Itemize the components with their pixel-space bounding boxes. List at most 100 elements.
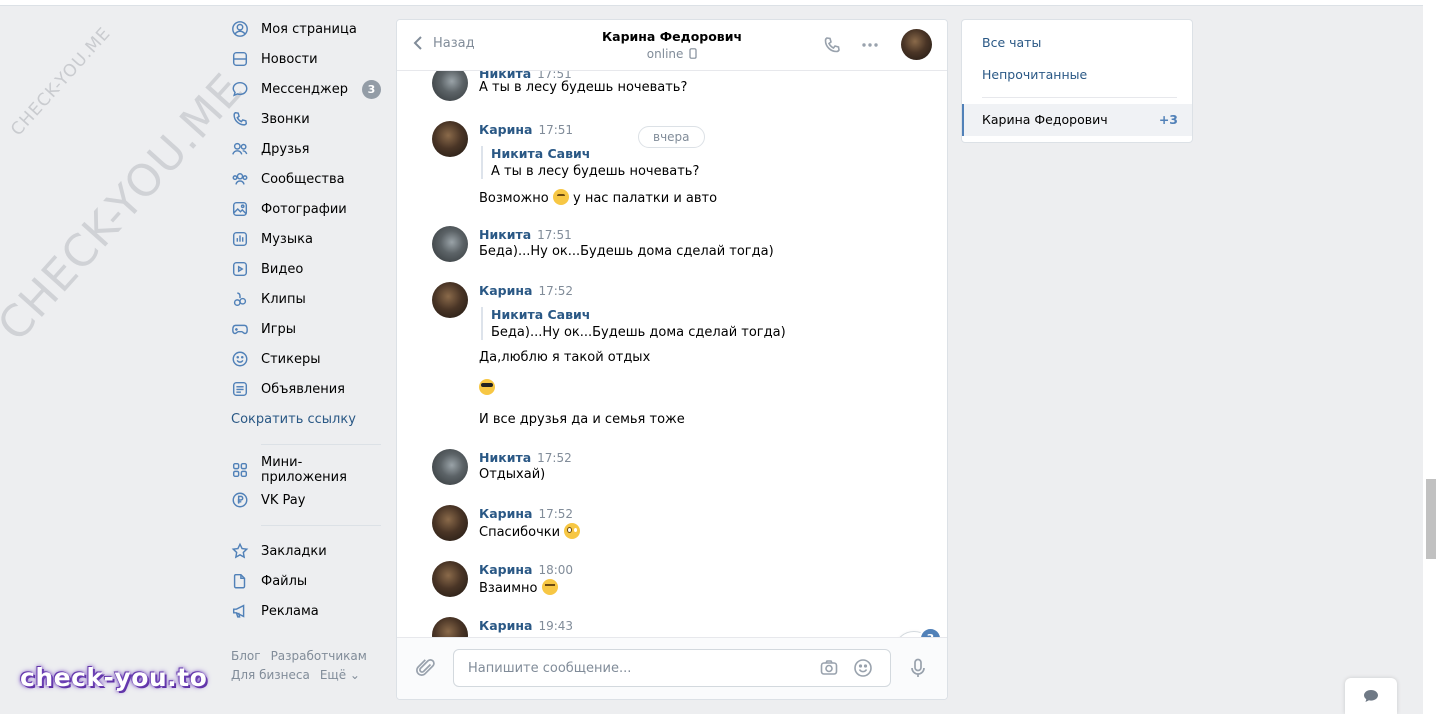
quoted-message[interactable]: Никита Савич А ты в лесу будешь ночевать… (481, 146, 699, 179)
avatar[interactable] (432, 449, 468, 485)
chat-bubble-icon (231, 80, 249, 98)
quote-author[interactable]: Никита Савич (491, 146, 699, 161)
avatar[interactable] (432, 282, 468, 318)
avatar[interactable] (432, 617, 468, 637)
message-meta: Карина 17:52 (479, 506, 573, 521)
nav-vk-pay[interactable]: VK Pay (231, 485, 381, 515)
nav-friends[interactable]: Друзья (231, 134, 381, 164)
nav-label: Закладки (261, 543, 327, 559)
message-text: Взаимно (479, 579, 558, 596)
message-author[interactable]: Карина (479, 283, 532, 298)
nav-ads[interactable]: Реклама (231, 596, 381, 626)
nav-my-page[interactable]: Моя страница (231, 14, 381, 44)
nav-clips[interactable]: Клипы (231, 284, 381, 314)
watermark-large: CHECK-YOU.ME (0, 63, 254, 351)
nav-label: Сообщества (261, 171, 345, 187)
thinking-emoji-icon (552, 189, 569, 205)
page-scrollbar[interactable] (1423, 0, 1439, 714)
message-time[interactable]: 17:52 (538, 507, 573, 521)
nav-label: Друзья (261, 141, 310, 157)
open-chats-button[interactable] (1345, 678, 1397, 714)
avatar[interactable] (432, 226, 468, 262)
nav-stickers[interactable]: Стикеры (231, 344, 381, 374)
message-author[interactable]: Никита (479, 227, 531, 242)
sunglasses-emoji-icon (479, 379, 495, 395)
selected-chat-name: Карина Федорович (982, 112, 1108, 127)
file-icon (231, 572, 249, 590)
friends-icon (231, 140, 249, 158)
site-logo: check-you.to (20, 663, 208, 692)
avatar[interactable] (432, 561, 468, 597)
ruble-icon (231, 491, 249, 509)
watermark-small: CHECK-YOU.ME (7, 23, 115, 141)
quoted-message[interactable]: Никита Савич Беда)...Ну ок...Будешь дома… (481, 307, 786, 340)
message-author[interactable]: Карина (479, 618, 532, 633)
message-author[interactable]: Карина (479, 122, 532, 137)
nav-music[interactable]: Музыка (231, 224, 381, 254)
message-time[interactable]: 19:43 (538, 619, 573, 633)
nav-bookmarks[interactable]: Закладки (231, 536, 381, 566)
message-input[interactable] (466, 650, 810, 686)
footer-more[interactable]: Ещё ⌄ (320, 668, 360, 682)
nav-video[interactable]: Видео (231, 254, 381, 284)
more-button[interactable] (859, 34, 881, 56)
message-emoji (479, 379, 495, 396)
avatar[interactable] (432, 121, 468, 157)
nav-news[interactable]: Новости (231, 44, 381, 74)
nav-classifieds[interactable]: Объявления (231, 374, 381, 404)
message-time[interactable]: 18:00 (538, 563, 573, 577)
scrollbar-thumb[interactable] (1426, 479, 1436, 559)
message-author[interactable]: Карина (479, 562, 532, 577)
chat-header: Назад Карина Федорович online (397, 20, 947, 71)
video-icon (231, 260, 249, 278)
nav-label: Мессенджер (261, 81, 348, 97)
message-text: Беда)...Ну ок...Будешь дома сделай тогда… (479, 244, 774, 259)
call-button[interactable] (821, 34, 843, 56)
paperclip-icon[interactable] (415, 657, 437, 679)
news-icon (231, 50, 249, 68)
message-time[interactable]: 17:51 (538, 123, 573, 137)
message-time[interactable]: 17:52 (538, 284, 573, 298)
footer-blog[interactable]: Блог (231, 649, 261, 663)
nav-photos[interactable]: Фотографии (231, 194, 381, 224)
nav-calls[interactable]: Звонки (231, 104, 381, 134)
camera-button[interactable] (818, 657, 840, 679)
message-text: Спасибочки (479, 523, 581, 540)
unread-chats-link[interactable]: Непрочитанные (982, 67, 1087, 82)
footer-dev[interactable]: Разработчикам (271, 649, 367, 663)
avatar[interactable] (432, 505, 468, 541)
message-author[interactable]: Никита (479, 450, 531, 465)
nav-label: Клипы (261, 291, 306, 307)
message-time[interactable]: 17:51 (537, 228, 572, 242)
nav-files[interactable]: Файлы (231, 566, 381, 596)
microphone-icon[interactable] (907, 657, 929, 679)
flushed-emoji-icon (564, 523, 581, 539)
quote-text: Беда)...Ну ок...Будешь дома сделай тогда… (491, 325, 786, 340)
message-meta: Карина 19:43 (479, 618, 573, 633)
smile-icon (231, 350, 249, 368)
message-time[interactable]: 17:52 (537, 451, 572, 465)
nav-messenger[interactable]: Мессенджер 3 (231, 74, 381, 104)
camera-icon (820, 660, 838, 675)
quote-text: А ты в лесу будешь ночевать? (491, 164, 700, 179)
emoji-button[interactable] (852, 657, 874, 679)
music-icon (231, 230, 249, 248)
top-bar (0, 0, 1423, 6)
avatar[interactable] (432, 71, 468, 101)
message-text: Возможно у нас палатки и авто (479, 189, 717, 206)
quote-author[interactable]: Никита Савич (491, 307, 786, 322)
grid-icon (231, 461, 249, 479)
nav-mini-apps[interactable]: Мини-приложения (231, 455, 381, 485)
shorten-link[interactable]: Сократить ссылку (231, 404, 381, 434)
nav-label: Реклама (261, 603, 319, 619)
footer-business[interactable]: Для бизнеса (231, 668, 310, 682)
selected-chat-item[interactable]: Карина Федорович +3 (962, 104, 1192, 136)
message-text: А ты в лесу будешь ночевать? (479, 80, 688, 95)
message-author[interactable]: Карина (479, 506, 532, 521)
all-chats-link[interactable]: Все чаты (982, 35, 1041, 50)
peer-avatar[interactable] (901, 29, 932, 60)
message-list[interactable]: вчера Никита 17:51 А ты в лесу будешь ноч… (397, 71, 947, 637)
nav-divider (261, 525, 381, 526)
nav-games[interactable]: Игры (231, 314, 381, 344)
nav-communities[interactable]: Сообщества (231, 164, 381, 194)
